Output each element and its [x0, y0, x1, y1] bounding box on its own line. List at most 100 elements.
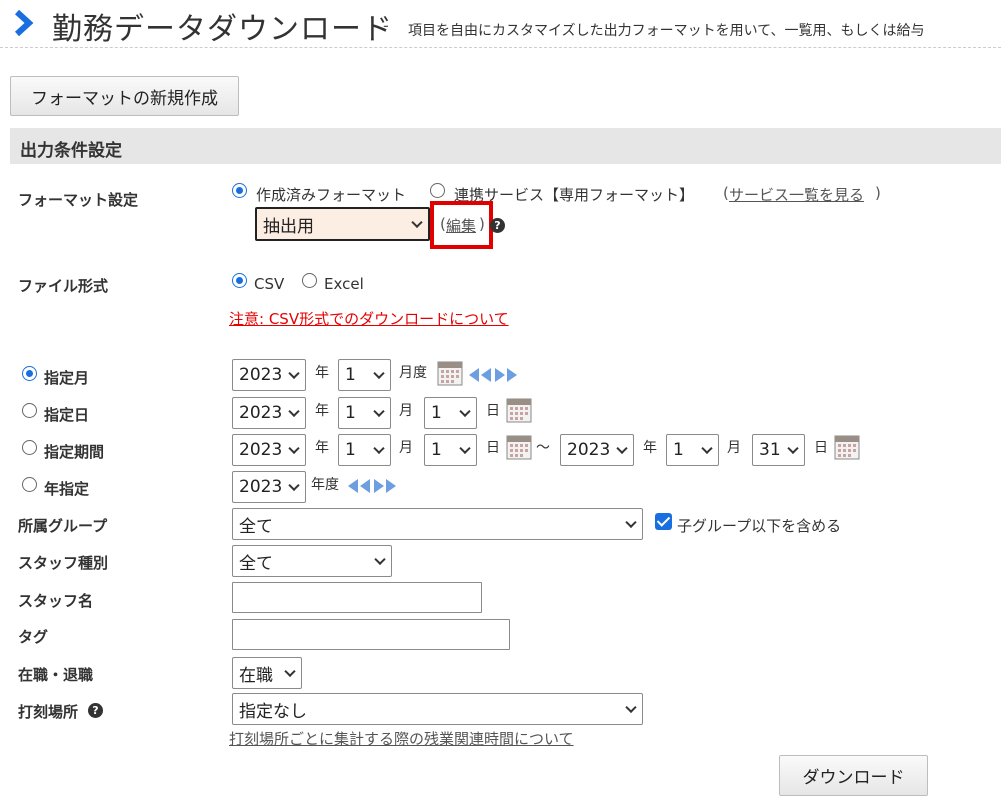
- calendar-icon[interactable]: [506, 434, 532, 460]
- range-to-year-select[interactable]: 2023: [560, 434, 634, 466]
- range-from-month-select[interactable]: 1: [338, 434, 391, 466]
- chevron-down-icon: [459, 405, 471, 418]
- include-subgroups-checkbox[interactable]: [655, 513, 672, 530]
- day-unit: 日: [814, 440, 828, 456]
- chevron-down-icon: [787, 442, 799, 455]
- year-unit: 年: [315, 365, 329, 381]
- tag-label: タグ: [18, 628, 49, 646]
- employment-label: 在職・退職: [18, 666, 94, 684]
- chevron-down-icon: [373, 367, 385, 380]
- month-unit: 月: [727, 440, 741, 456]
- chevron-down-icon: [288, 367, 300, 380]
- page-description: 項目を自由にカスタマイズした出力フォーマットを用いて、一覧用、もしくは給与: [408, 23, 925, 39]
- month-fiscal-unit: 月度: [399, 365, 427, 381]
- chevron-down-icon: [284, 665, 296, 678]
- radio-csv[interactable]: [232, 273, 247, 288]
- staff-type-value: 全て: [239, 553, 273, 574]
- staff-name-input[interactable]: [232, 582, 482, 613]
- group-select-value: 全て: [239, 516, 273, 537]
- stamp-place-value: 指定なし: [239, 701, 307, 722]
- chevron-down-icon: [616, 442, 628, 455]
- group-label: 所属グループ: [18, 517, 108, 535]
- group-select[interactable]: 全て: [232, 508, 643, 540]
- fiscal-year-unit: 年度: [311, 477, 339, 493]
- prev-next-arrows-icon[interactable]: [346, 477, 398, 495]
- year-unit: 年: [315, 440, 329, 456]
- yearly-year-select[interactable]: 2023: [232, 471, 306, 503]
- radio-created-format[interactable]: [232, 183, 247, 198]
- monthly-month-value: 1: [345, 365, 356, 385]
- format-setting-label: フォーマット設定: [18, 191, 139, 209]
- monthly-label: 指定月: [44, 369, 90, 387]
- daily-year-value: 2023: [239, 403, 283, 423]
- new-format-button[interactable]: フォーマットの新規作成: [10, 76, 239, 116]
- month-unit: 月: [399, 440, 413, 456]
- chevron-down-icon: [374, 553, 386, 566]
- year-unit: 年: [315, 403, 329, 419]
- day-unit: 日: [486, 440, 500, 456]
- title-separator: -: [383, 16, 389, 35]
- range-label: 指定期間: [44, 443, 105, 461]
- radio-service-format[interactable]: [430, 183, 445, 198]
- staff-type-select[interactable]: 全て: [232, 545, 392, 577]
- daily-year-select[interactable]: 2023: [232, 397, 306, 429]
- daily-label: 指定日: [44, 406, 90, 424]
- employment-select[interactable]: 在職: [232, 657, 302, 689]
- download-button[interactable]: ダウンロード: [779, 755, 928, 796]
- range-from-day-select[interactable]: 1: [424, 434, 477, 466]
- month-unit: 月: [399, 403, 413, 419]
- daily-day-value: 1: [431, 403, 442, 423]
- radio-excel[interactable]: [302, 273, 317, 288]
- section-header: [10, 128, 1001, 164]
- radio-csv-label: CSV: [254, 275, 285, 293]
- format-select[interactable]: 抽出用: [255, 207, 430, 241]
- monthly-year-select[interactable]: 2023: [232, 359, 306, 391]
- yearly-year-value: 2023: [239, 477, 283, 497]
- header-divider: [0, 47, 1001, 48]
- format-select-value: 抽出用: [263, 216, 314, 237]
- stamp-place-info-link[interactable]: 打刻場所ごとに集計する際の残業関連時間について: [229, 728, 574, 749]
- daily-month-select[interactable]: 1: [338, 397, 391, 429]
- section-title: 出力条件設定: [20, 141, 122, 161]
- range-from-year-value: 2023: [239, 440, 283, 460]
- service-list-paren-open: (: [723, 184, 729, 202]
- range-from-year-select[interactable]: 2023: [232, 434, 306, 466]
- chevron-down-icon: [701, 442, 713, 455]
- chevron-down-icon: [411, 216, 423, 229]
- range-to-day-select[interactable]: 31: [752, 434, 805, 466]
- include-subgroups-label: 子グループ以下を含める: [677, 517, 842, 535]
- chevron-down-icon: [288, 479, 300, 492]
- range-to-month-select[interactable]: 1: [666, 434, 719, 466]
- calendar-icon[interactable]: [834, 434, 860, 460]
- range-from-month-value: 1: [345, 440, 356, 460]
- range-tilde: 〜: [536, 440, 550, 456]
- prev-next-arrows-icon[interactable]: [467, 366, 519, 384]
- radio-excel-label: Excel: [324, 275, 364, 293]
- radio-yearly[interactable]: [22, 477, 37, 492]
- staff-type-label: スタッフ種別: [18, 554, 109, 572]
- stamp-place-label: 打刻場所: [18, 703, 79, 721]
- help-icon[interactable]: ?: [490, 218, 505, 233]
- chevron-down-icon: [373, 442, 385, 455]
- range-to-year-value: 2023: [567, 440, 611, 460]
- radio-daily[interactable]: [22, 403, 37, 418]
- daily-month-value: 1: [345, 403, 356, 423]
- chevron-down-icon: [288, 405, 300, 418]
- daily-day-select[interactable]: 1: [424, 397, 477, 429]
- calendar-icon[interactable]: [506, 397, 532, 423]
- chevron-down-icon: [373, 405, 385, 418]
- calendar-icon[interactable]: [437, 360, 463, 386]
- radio-range[interactable]: [22, 440, 37, 455]
- highlight-box: [430, 201, 493, 249]
- help-icon[interactable]: ?: [88, 703, 103, 718]
- tag-input[interactable]: [232, 619, 510, 650]
- file-format-label: ファイル形式: [18, 277, 109, 295]
- csv-notice-link[interactable]: 注意: CSV形式でのダウンロードについて: [229, 308, 509, 329]
- stamp-place-select[interactable]: 指定なし: [232, 693, 643, 725]
- range-from-day-value: 1: [431, 440, 442, 460]
- yearly-label: 年指定: [44, 480, 90, 498]
- monthly-month-select[interactable]: 1: [338, 359, 391, 391]
- radio-monthly[interactable]: [22, 366, 37, 381]
- service-list-link[interactable]: サービス一覧を見る: [729, 184, 864, 205]
- year-unit: 年: [643, 440, 657, 456]
